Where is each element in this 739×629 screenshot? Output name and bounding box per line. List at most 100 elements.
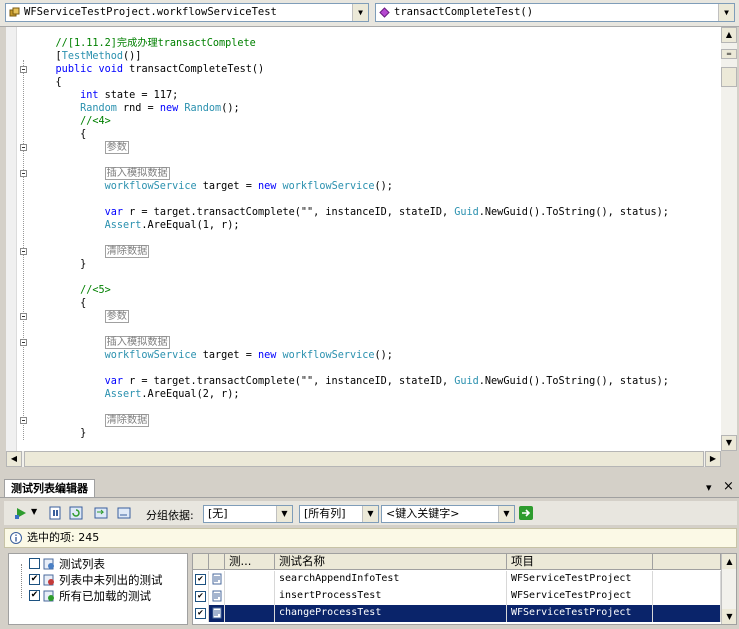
scroll-up-icon[interactable]: ▲ [721,27,737,43]
outline-toggle[interactable] [20,66,27,73]
code-line[interactable] [31,323,669,336]
chevron-down-icon[interactable]: ▼ [498,506,514,522]
code-line[interactable] [31,401,669,414]
table-row[interactable]: ✔ searchAppendInfoTest WFServiceTestProjec… [193,571,721,588]
code-line[interactable]: var r = target.transactComplete("", inst… [31,375,669,388]
collapsed-region[interactable]: 参数 [104,141,129,154]
tree-item-label[interactable]: 所有已加载的测试 [59,588,151,604]
chevron-down-icon[interactable]: ▼ [352,4,368,21]
collapsed-region[interactable]: 插入模拟数据 [104,167,170,180]
checkbox[interactable]: ✔ [195,608,206,619]
code-line[interactable] [31,154,669,167]
column-header-check[interactable] [193,554,209,570]
row-checkbox[interactable]: ✔ [193,605,209,622]
code-line[interactable]: { [31,76,669,89]
split-handle[interactable]: ═ [721,49,737,59]
code-line[interactable] [31,193,669,206]
export-icon[interactable] [117,506,131,520]
code-line[interactable]: Random rnd = new Random(); [31,102,669,115]
keyword-input[interactable]: <键入关键字> ▼ [381,505,515,523]
chevron-down-icon[interactable]: ▼ [276,506,292,522]
chevron-down-icon[interactable]: ▼ [31,507,37,516]
close-icon[interactable]: × [723,479,734,494]
code-line[interactable]: 参数 [31,310,669,323]
row-checkbox[interactable]: ✔ [193,571,209,588]
column-header-project[interactable]: 项目 [507,554,653,570]
columns-select[interactable]: [所有列] ▼ [299,505,379,523]
code-line[interactable]: //[1.11.2]完成办理transactComplete [31,37,669,50]
group-by-select[interactable]: [无] ▼ [203,505,293,523]
tree-item-label[interactable]: 测试列表 [59,556,105,572]
test-grid[interactable]: 测... 测试名称 项目 ✔ searchAppendInfoTest WFServ… [192,553,737,625]
tab-test-list-editor[interactable]: 测试列表编辑器 [4,479,95,498]
code-text[interactable]: //[1.11.2]完成办理transactComplete [TestMeth… [31,37,669,440]
checkbox[interactable]: ✔ [195,574,206,585]
vertical-scrollbar[interactable]: ▲ ═ ▼ [721,27,737,451]
code-line[interactable]: } [31,258,669,271]
outline-toggle[interactable] [20,339,27,346]
scroll-right-icon[interactable]: ▶ [705,451,721,467]
code-line[interactable]: public void transactCompleteTest() [31,63,669,76]
outline-toggle[interactable] [20,313,27,320]
column-header-category[interactable]: 测... [225,554,275,570]
column-header-icon[interactable] [209,554,225,570]
chevron-down-icon[interactable]: ▼ [362,506,378,522]
code-line[interactable]: var r = target.transactComplete("", inst… [31,206,669,219]
import-icon[interactable] [94,506,108,520]
test-icon [209,588,225,605]
code-line[interactable]: workflowService target = new workflowSer… [31,349,669,362]
scroll-down-icon[interactable]: ▼ [722,609,736,624]
code-line[interactable]: Assert.AreEqual(2, r); [31,388,669,401]
pause-icon[interactable] [48,506,62,520]
collapsed-region[interactable]: 插入模拟数据 [104,336,170,349]
row-checkbox[interactable]: ✔ [193,588,209,605]
code-line[interactable] [31,232,669,245]
scroll-up-icon[interactable]: ▲ [722,554,736,569]
chevron-down-icon[interactable]: ▼ [718,4,734,21]
code-line[interactable] [31,362,669,375]
test-list-tree[interactable]: 测试列表 ✔ 列表中未列出的测试 ✔ 所有已加载的测试 [8,553,188,625]
column-header-test-name[interactable]: 测试名称 [275,554,507,570]
table-row[interactable]: ✔ changeProcessTest WFServiceTestProject [193,605,721,622]
code-line[interactable]: 插入模拟数据 [31,167,669,180]
tree-checkbox[interactable] [29,558,40,569]
code-line[interactable]: //<4> [31,115,669,128]
collapsed-region[interactable]: 清除数据 [104,414,150,427]
table-row[interactable]: ✔ insertProcessTest WFServiceTestProject [193,588,721,605]
tree-item-label[interactable]: 列表中未列出的测试 [59,572,163,588]
code-line[interactable]: 清除数据 [31,245,669,258]
tree-checkbox[interactable]: ✔ [29,574,40,585]
scroll-left-icon[interactable]: ◀ [6,451,22,467]
code-line[interactable]: 清除数据 [31,414,669,427]
code-line[interactable]: //<5> [31,284,669,297]
outline-toggle[interactable] [20,417,27,424]
outline-toggle[interactable] [20,248,27,255]
tree-checkbox[interactable]: ✔ [29,590,40,601]
horizontal-scrollbar[interactable]: ◀ ▶ [6,451,721,467]
outline-toggle[interactable] [20,144,27,151]
go-arrow-icon[interactable] [519,506,533,520]
code-line[interactable]: [TestMethod()] [31,50,669,63]
code-line[interactable]: } [31,427,669,440]
code-line[interactable]: int state = 117; [31,89,669,102]
code-line[interactable]: workflowService target = new workflowSer… [31,180,669,193]
window-position-icon[interactable]: ▾ [706,481,712,494]
member-combo[interactable]: transactCompleteTest() ▼ [375,3,735,22]
code-line[interactable]: 参数 [31,141,669,154]
code-line[interactable]: 插入模拟数据 [31,336,669,349]
code-line[interactable] [31,271,669,284]
code-line[interactable]: { [31,128,669,141]
code-line[interactable]: Assert.AreEqual(1, r); [31,219,669,232]
scroll-down-icon[interactable]: ▼ [721,435,737,451]
code-line[interactable]: { [31,297,669,310]
grid-scrollbar[interactable]: ▲ ▼ [721,554,736,624]
horizontal-scroll-thumb[interactable] [24,451,704,467]
collapsed-region[interactable]: 清除数据 [104,245,150,258]
run-tests-icon[interactable] [14,506,28,520]
checkbox[interactable]: ✔ [195,591,206,602]
refresh-icon[interactable] [69,506,83,520]
outline-toggle[interactable] [20,170,27,177]
class-combo[interactable]: WFServiceTestProject.workflowServiceTest… [5,3,369,22]
collapsed-region[interactable]: 参数 [104,310,129,323]
scroll-thumb[interactable] [721,67,737,87]
